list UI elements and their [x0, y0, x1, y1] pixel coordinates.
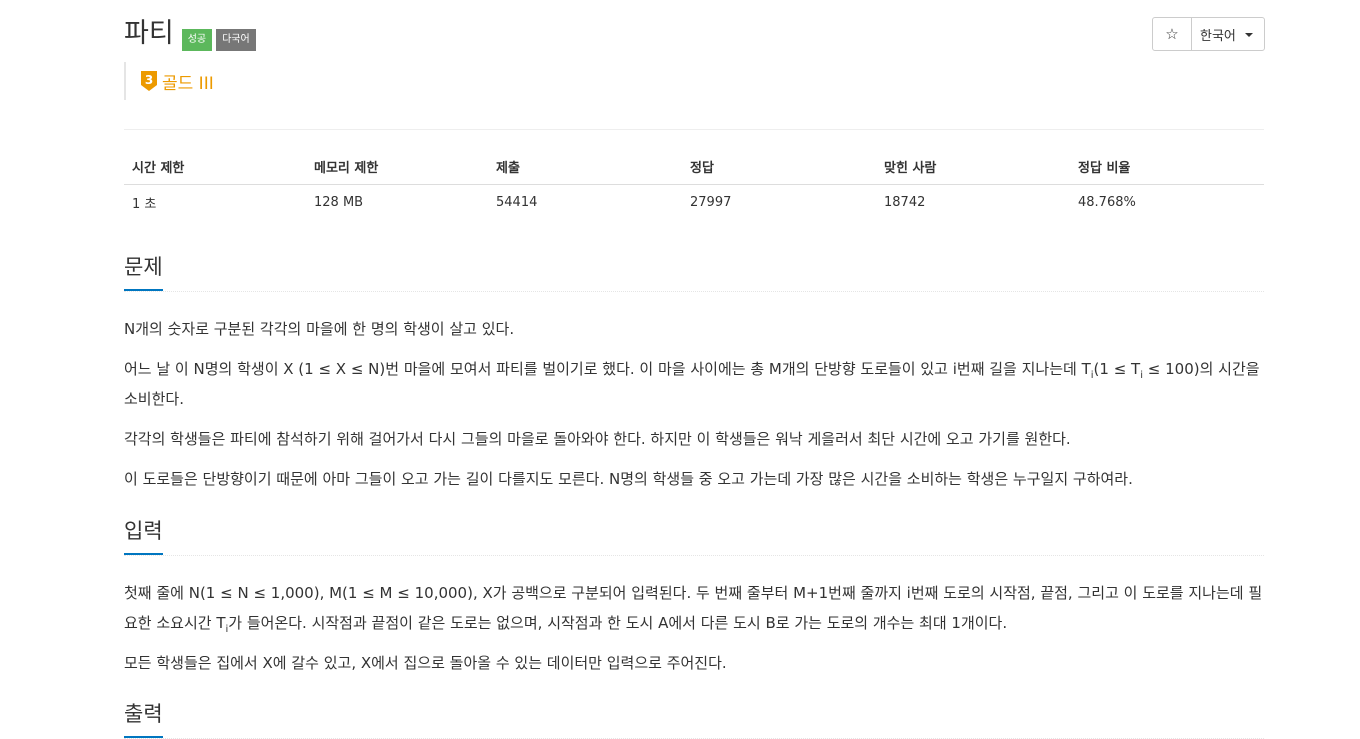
output-section-header: 출력 [124, 700, 1264, 739]
language-label: 한국어 [1200, 28, 1236, 44]
input-description-p2: 모든 학생들은 집에서 X에 갈수 있고, X에서 집으로 돌아올 수 있는 데… [124, 654, 727, 672]
multilang-badge: 다국어 [216, 29, 256, 51]
input-section-title: 입력 [124, 517, 163, 555]
language-dropdown[interactable]: 한국어 [1192, 18, 1264, 50]
header-memory-limit: 메모리 제한 [306, 149, 488, 185]
star-button[interactable]: ☆ [1153, 18, 1192, 50]
tier-label[interactable]: 골드 III [162, 69, 214, 94]
star-icon: ☆ [1165, 25, 1179, 43]
problem-tier: 3 골드 III [124, 62, 214, 100]
header-accepted: 정답 [682, 149, 876, 185]
problem-info-table: 시간 제한 메모리 제한 제출 정답 맞힌 사람 정답 비율 1 초 128 M… [124, 149, 1264, 221]
memory-limit-value: 128 MB [314, 195, 364, 210]
submissions-value: 54414 [496, 195, 538, 210]
chevron-down-icon [1244, 33, 1253, 37]
input-description-p1: 첫째 줄에 N(1 ≤ N ≤ 1,000), M(1 ≤ M ≤ 10,000… [124, 584, 1263, 635]
problem-title: 파티 [124, 18, 174, 49]
header-accept-ratio: 정답 비율 [1070, 149, 1264, 185]
problem-description-p2: 어느 날 이 N명의 학생이 X (1 ≤ X ≤ N)번 마을에 모여서 파티… [124, 360, 1260, 408]
tier-shield-icon: 3 [140, 70, 158, 92]
problem-description-p1: N개의 숫자로 구분된 각각의 마을에 한 명의 학생이 살고 있다. [124, 320, 515, 338]
problem-title-row: 파티 성공 다국어 [124, 14, 256, 54]
solved-users-value: 18742 [884, 195, 926, 210]
problem-section-title: 문제 [124, 253, 163, 291]
table-row: 1 초 128 MB 54414 27997 18742 48.768% [124, 184, 1264, 221]
tier-level: 3 [145, 73, 153, 87]
divider [124, 129, 1264, 130]
header-solved-users: 맞힌 사람 [876, 149, 1070, 185]
problem-toolbar: ☆ 한국어 [1152, 17, 1265, 51]
problem-section-header: 문제 [124, 253, 1264, 292]
output-section-title: 출력 [124, 700, 163, 738]
input-section-header: 입력 [124, 517, 1264, 556]
problem-description-p4: 이 도로들은 단방향이기 때문에 아마 그들이 오고 가는 길이 다를지도 모른… [124, 470, 1133, 488]
time-limit-value: 1 초 [132, 197, 157, 212]
header-submissions: 제출 [488, 149, 682, 185]
problem-description-p3: 각각의 학생들은 파티에 참석하기 위해 걸어가서 다시 그들의 마을로 돌아와… [124, 430, 1071, 448]
accepted-value: 27997 [690, 195, 732, 210]
success-badge: 성공 [181, 29, 213, 51]
accept-ratio-value: 48.768% [1078, 195, 1136, 210]
header-time-limit: 시간 제한 [124, 149, 306, 185]
table-header-row: 시간 제한 메모리 제한 제출 정답 맞힌 사람 정답 비율 [124, 149, 1264, 185]
